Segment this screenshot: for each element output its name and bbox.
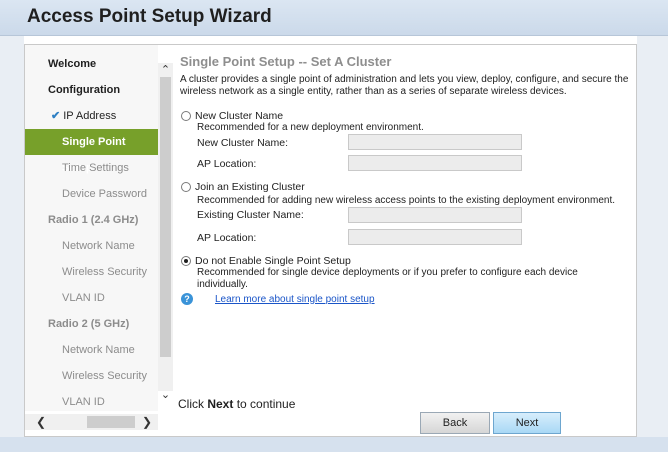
sidebar-item-label: IP Address <box>63 110 117 122</box>
join-cluster-location-label: AP Location: <box>197 232 257 244</box>
page-title: Single Point Setup -- Set A Cluster <box>180 54 392 69</box>
wizard-title: Access Point Setup Wizard <box>27 6 272 27</box>
sidebar-item-network-name-1[interactable]: Network Name <box>25 233 158 259</box>
new-cluster-location-field[interactable] <box>348 155 522 171</box>
scrollbar-thumb[interactable] <box>160 77 171 357</box>
chevron-left-icon[interactable]: ❮ <box>33 414 49 430</box>
sidebar-item-single-point-setup[interactable]: Single Point Setup <box>25 129 158 174</box>
new-cluster-recommendation: Recommended for a new deployment environ… <box>197 122 424 133</box>
join-cluster-label: Join an Existing Cluster <box>195 181 305 193</box>
scrollbar-thumb[interactable] <box>87 416 135 428</box>
new-cluster-label: New Cluster Name <box>195 110 284 122</box>
next-button[interactable]: Next <box>493 412 561 434</box>
checkmark-icon: ✔ <box>51 110 61 122</box>
sidebar-item-ip-address[interactable]: ✔ IP Address <box>25 103 158 129</box>
sidebar-item-radio1[interactable]: Radio 1 (2.4 GHz) <box>25 207 158 233</box>
sidebar-item-radio2[interactable]: Radio 2 (5 GHz) <box>25 311 158 337</box>
chevron-right-icon[interactable]: ❯ <box>139 414 155 430</box>
disable-label: Do not Enable Single Point Setup <box>195 255 351 267</box>
new-cluster-location-label: AP Location: <box>197 158 257 170</box>
continue-suffix: to continue <box>233 397 296 411</box>
wizard-header: Access Point Setup Wizard <box>0 0 668 36</box>
sidebar-item-time-settings[interactable]: Time Settings <box>25 155 158 181</box>
sidebar-item-welcome[interactable]: Welcome <box>25 51 158 77</box>
sidebar-item-wireless-security-1[interactable]: Wireless Security <box>25 259 158 285</box>
sidebar-item-device-password[interactable]: Device Password <box>25 181 158 207</box>
sidebar-vertical-scrollbar[interactable] <box>158 63 173 391</box>
disable-recommendation: Recommended for single device deployment… <box>197 267 578 290</box>
existing-cluster-name-field[interactable] <box>348 207 522 223</box>
disable-option[interactable]: Do not Enable Single Point Setup <box>181 255 351 267</box>
sidebar-item-configuration[interactable]: Configuration <box>25 77 158 103</box>
join-cluster-option[interactable]: Join an Existing Cluster <box>181 181 305 193</box>
continue-instruction: Click Next to continue <box>178 397 295 411</box>
wizard-sidebar: Welcome Configuration ✔ IP Address Single… <box>25 45 158 411</box>
back-button[interactable]: Back <box>420 412 490 434</box>
footer-band <box>0 437 668 452</box>
help-row: ? Learn more about single point setup <box>181 293 375 305</box>
help-icon[interactable]: ? <box>181 293 193 305</box>
learn-more-link[interactable]: Learn more about single point setup <box>215 294 375 305</box>
continue-prefix: Click <box>178 397 208 411</box>
sidebar-item-network-name-2[interactable]: Network Name <box>25 337 158 363</box>
disable-radio[interactable] <box>181 256 191 266</box>
continue-next-word: Next <box>207 397 234 411</box>
join-cluster-recommendation: Recommended for adding new wireless acce… <box>197 195 615 206</box>
new-cluster-radio[interactable] <box>181 111 191 121</box>
left-margin <box>0 36 24 437</box>
sidebar-item-wireless-security-2[interactable]: Wireless Security <box>25 363 158 389</box>
new-cluster-name-label: New Cluster Name: <box>197 137 289 149</box>
new-cluster-option[interactable]: New Cluster Name <box>181 110 283 122</box>
chevron-down-icon[interactable]: ⌄ <box>158 388 173 403</box>
main-content: Single Point Setup -- Set A Cluster A cl… <box>178 45 636 436</box>
join-cluster-location-field[interactable] <box>348 229 522 245</box>
page-description: A cluster provides a single point of adm… <box>180 74 629 97</box>
new-cluster-name-field[interactable] <box>348 134 522 150</box>
sidebar-item-vlan-id-1[interactable]: VLAN ID <box>25 285 158 311</box>
existing-cluster-name-label: Existing Cluster Name: <box>197 209 304 221</box>
right-margin <box>637 36 668 437</box>
join-cluster-radio[interactable] <box>181 182 191 192</box>
chevron-up-icon[interactable]: ⌃ <box>158 63 173 78</box>
sidebar-item-vlan-id-2[interactable]: VLAN ID <box>25 389 158 415</box>
